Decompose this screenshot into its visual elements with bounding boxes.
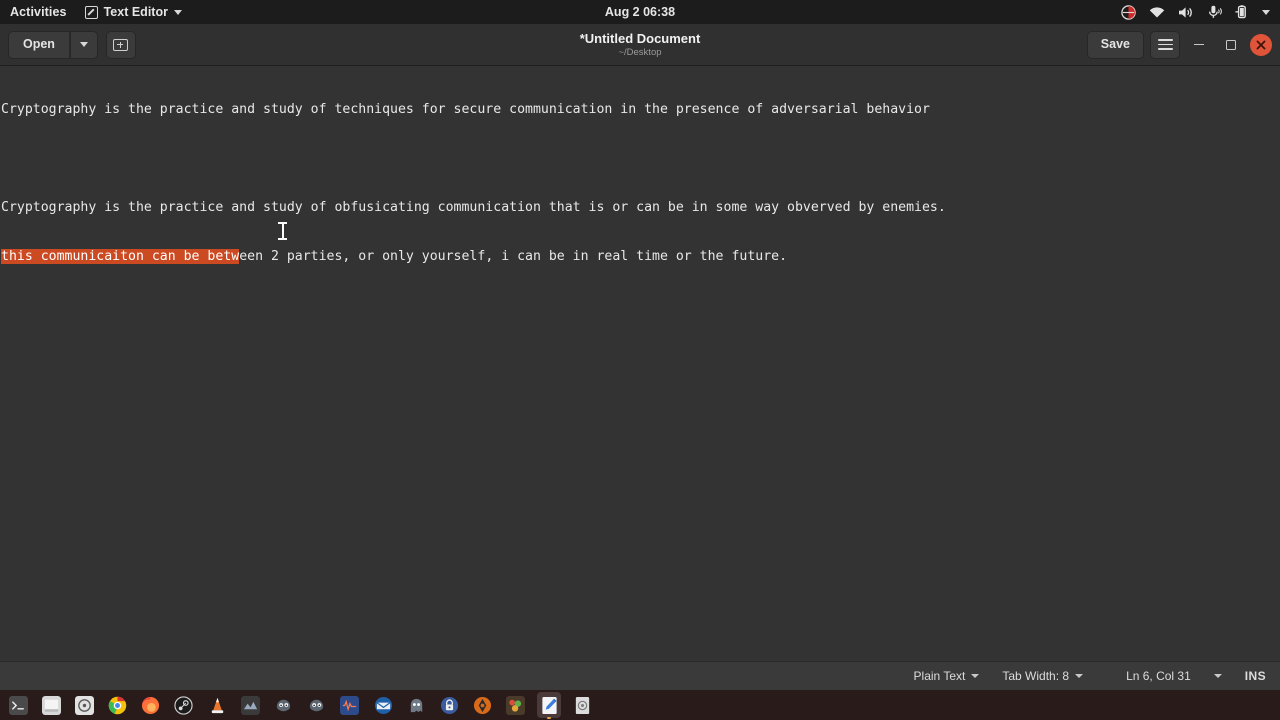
chevron-down-icon	[173, 9, 182, 15]
chevron-down-icon	[971, 674, 980, 678]
header-right-controls: Save	[1086, 30, 1272, 59]
tab-width-label: Tab Width: 8	[1002, 669, 1070, 683]
system-menu-chevron-icon[interactable]	[1262, 9, 1270, 15]
tab-width-selector[interactable]: Tab Width: 8	[989, 662, 1096, 691]
dock-item-software[interactable]	[570, 692, 594, 718]
minimize-icon	[1194, 43, 1204, 46]
selected-text: this communicaiton can be betw	[1, 249, 240, 265]
chevron-down-icon	[1075, 674, 1084, 678]
dock-item-disks[interactable]	[72, 692, 96, 718]
dock-item-vlc[interactable]	[205, 692, 229, 718]
screencast-recording-icon[interactable]	[1121, 4, 1136, 20]
wifi-icon[interactable]	[1149, 6, 1165, 19]
open-button[interactable]: Open	[8, 30, 70, 59]
dock-item-google-chrome[interactable]	[106, 692, 130, 718]
steam-icon	[174, 695, 194, 715]
photos-icon	[506, 695, 526, 715]
open-dropdown-button[interactable]	[69, 30, 98, 59]
language-label: Plain Text	[913, 669, 966, 683]
app-menu-button[interactable]: Text Editor	[79, 5, 188, 19]
battery-icon[interactable]	[1235, 5, 1249, 19]
chevron-down-icon	[79, 42, 88, 47]
text-editor-icon	[84, 5, 98, 19]
gimp-icon	[310, 699, 324, 711]
new-document-icon	[113, 38, 129, 51]
dock-item-firefox[interactable]	[139, 692, 163, 718]
cursor-position-dropdown[interactable]	[1201, 662, 1235, 691]
clock[interactable]: Aug 2 06:38	[0, 5, 1280, 19]
hamburger-menu-icon	[1157, 39, 1173, 50]
dock-item-thunderbird[interactable]	[371, 692, 395, 718]
new-document-button[interactable]	[105, 30, 136, 59]
mail-icon	[374, 696, 392, 714]
dock-item-ghost-app[interactable]	[404, 692, 428, 718]
text-line-4: this communicaiton can be between 2 part…	[0, 249, 1280, 265]
vlc-icon	[211, 697, 223, 713]
text-editor-view[interactable]: Cryptography is the practice and study o…	[0, 66, 1280, 661]
dock-item-audio-editor[interactable]	[338, 692, 362, 718]
header-left-controls: Open	[8, 30, 136, 59]
text-line-3: Cryptography is the practice and study o…	[1, 200, 946, 216]
gnome-top-bar: Activities Text Editor Aug 2 06:38	[0, 0, 1280, 24]
maximize-icon	[1226, 39, 1236, 50]
open-split-button: Open	[8, 30, 98, 59]
app-header-bar: Open *Untitled Document ~/Desktop Save	[0, 24, 1280, 66]
status-bar: Plain Text Tab Width: 8 Ln 6, Col 31 INS	[0, 661, 1280, 690]
chrome-icon	[108, 696, 127, 714]
system-tray	[1121, 4, 1280, 20]
close-icon	[1256, 40, 1266, 49]
desktop-screen: Activities Text Editor Aug 2 06:38 Open …	[0, 0, 1280, 720]
gimp-icon	[276, 699, 291, 711]
dock-item-gimp[interactable]	[272, 692, 296, 718]
firefox-icon	[142, 696, 160, 714]
cursor-position: Ln 6, Col 31	[1126, 669, 1191, 683]
software-icon	[575, 696, 589, 714]
app-icon	[240, 695, 260, 715]
activities-button[interactable]: Activities	[0, 5, 79, 19]
dock-item-password-manager[interactable]	[437, 692, 461, 718]
microphone-icon[interactable]	[1207, 5, 1222, 19]
text-cursor-pointer	[277, 221, 288, 241]
disks-icon	[74, 695, 94, 715]
dock-item-virtualbox[interactable]	[471, 692, 495, 718]
volume-icon[interactable]	[1178, 6, 1194, 19]
audio-editor-icon	[340, 695, 360, 715]
unselected-text: een 2 parties, or only yourself, i can b…	[239, 249, 788, 265]
dock-item-text-editor[interactable]	[537, 692, 561, 719]
chevron-down-icon	[1213, 674, 1222, 678]
taskbar-dock	[0, 690, 1280, 720]
maximize-button[interactable]	[1218, 32, 1244, 58]
text-editor-icon	[541, 696, 557, 714]
document-text[interactable]: Cryptography is the practice and study o…	[0, 66, 1280, 299]
overwrite-mode-indicator: INS	[1244, 669, 1266, 683]
app-menu-label: Text Editor	[103, 5, 168, 19]
close-button[interactable]	[1250, 33, 1272, 56]
lock-icon	[440, 696, 458, 714]
virtualbox-icon	[474, 696, 492, 714]
dock-item-photo-app[interactable]	[504, 692, 528, 718]
terminal-icon	[8, 695, 28, 715]
ghost-icon	[410, 698, 422, 712]
text-line-1: Cryptography is the practice and study o…	[1, 101, 930, 117]
save-button[interactable]: Save	[1086, 30, 1144, 59]
dock-item-gimp-2[interactable]	[305, 692, 329, 718]
dock-item-app-dark-1[interactable]	[238, 692, 262, 718]
dock-item-files[interactable]	[39, 692, 63, 718]
language-selector[interactable]: Plain Text	[901, 662, 990, 691]
files-icon	[41, 695, 61, 715]
dock-item-steam[interactable]	[172, 692, 196, 718]
running-indicator	[547, 717, 551, 719]
hamburger-menu-button[interactable]	[1150, 30, 1180, 59]
minimize-button[interactable]	[1186, 32, 1212, 58]
dock-item-terminal[interactable]	[6, 692, 30, 718]
text-line-2-blank	[0, 151, 1280, 167]
